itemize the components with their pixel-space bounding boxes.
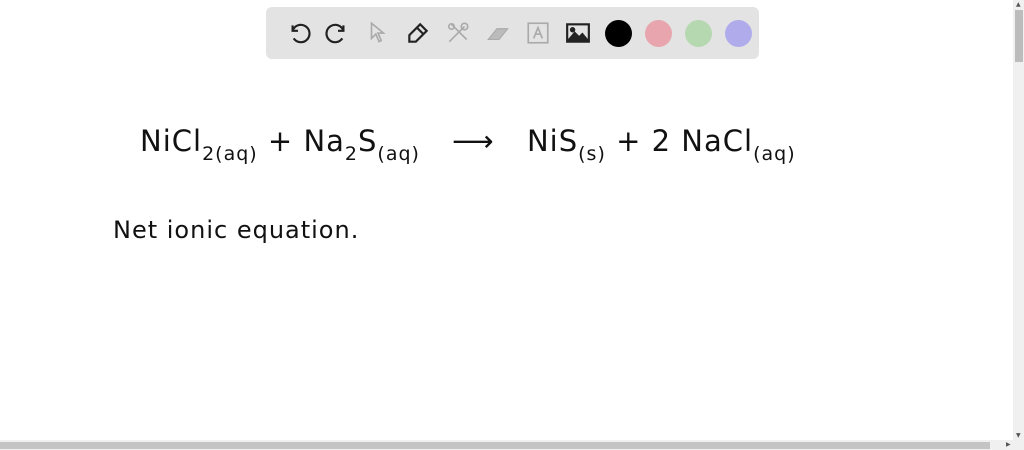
plus-sign: + bbox=[267, 124, 294, 158]
plus-sign: + bbox=[616, 124, 642, 158]
state-label: (aq) bbox=[377, 143, 420, 165]
image-icon bbox=[565, 23, 591, 43]
state-label: (aq) bbox=[753, 143, 796, 165]
subscript: 2 bbox=[344, 143, 358, 165]
vertical-scroll-thumb[interactable] bbox=[1015, 10, 1023, 62]
eraser-icon bbox=[487, 28, 509, 41]
undo-icon bbox=[291, 23, 311, 44]
chemical-equation: NiCl2(aq) + Na2S(aq) ⟶ NiS(s) + 2 NaCl(a… bbox=[140, 124, 796, 165]
drawing-toolbar bbox=[266, 7, 759, 59]
state-label: (aq) bbox=[215, 143, 258, 165]
color-swatch bbox=[604, 19, 632, 47]
color-swatch bbox=[644, 19, 672, 47]
scroll-up-icon[interactable]: ▲ bbox=[1016, 1, 1021, 8]
product-nis: NiS bbox=[526, 124, 579, 158]
color-purple[interactable] bbox=[718, 13, 758, 53]
horizontal-scroll-thumb[interactable] bbox=[0, 442, 990, 449]
pencil-icon bbox=[408, 22, 429, 43]
redo-icon bbox=[325, 23, 345, 44]
eraser-button[interactable] bbox=[478, 13, 518, 53]
select-button[interactable] bbox=[358, 13, 398, 53]
image-button[interactable] bbox=[558, 13, 598, 53]
reaction-arrow: ⟶ bbox=[452, 124, 495, 158]
cursor-icon bbox=[370, 21, 386, 43]
tools-button[interactable] bbox=[438, 13, 478, 53]
redo-button[interactable] bbox=[318, 13, 358, 53]
reactant-nicl2: NiCl bbox=[140, 124, 203, 158]
text-icon bbox=[527, 22, 549, 44]
scroll-right-icon[interactable]: ▶ bbox=[1006, 441, 1011, 448]
vertical-scrollbar[interactable]: ▲ ▼ bbox=[1013, 0, 1024, 440]
color-swatch bbox=[684, 19, 712, 47]
undo-button[interactable] bbox=[278, 13, 318, 53]
reactant-na2s: Na bbox=[303, 124, 345, 158]
net-ionic-note: Net ionic equation. bbox=[113, 216, 360, 244]
reactant-s: S bbox=[358, 124, 378, 158]
text-button[interactable] bbox=[518, 13, 558, 53]
pen-button[interactable] bbox=[398, 13, 438, 53]
color-black[interactable] bbox=[598, 13, 638, 53]
tools-icon bbox=[447, 22, 469, 43]
subscript: 2 bbox=[202, 143, 216, 165]
color-pink[interactable] bbox=[638, 13, 678, 53]
scroll-down-icon[interactable]: ▼ bbox=[1016, 432, 1021, 439]
state-label: (s) bbox=[578, 143, 606, 165]
color-swatch bbox=[724, 19, 752, 47]
color-green[interactable] bbox=[678, 13, 718, 53]
horizontal-scrollbar[interactable]: ▶ bbox=[0, 440, 1024, 450]
product-nacl: 2 NaCl bbox=[651, 124, 754, 158]
